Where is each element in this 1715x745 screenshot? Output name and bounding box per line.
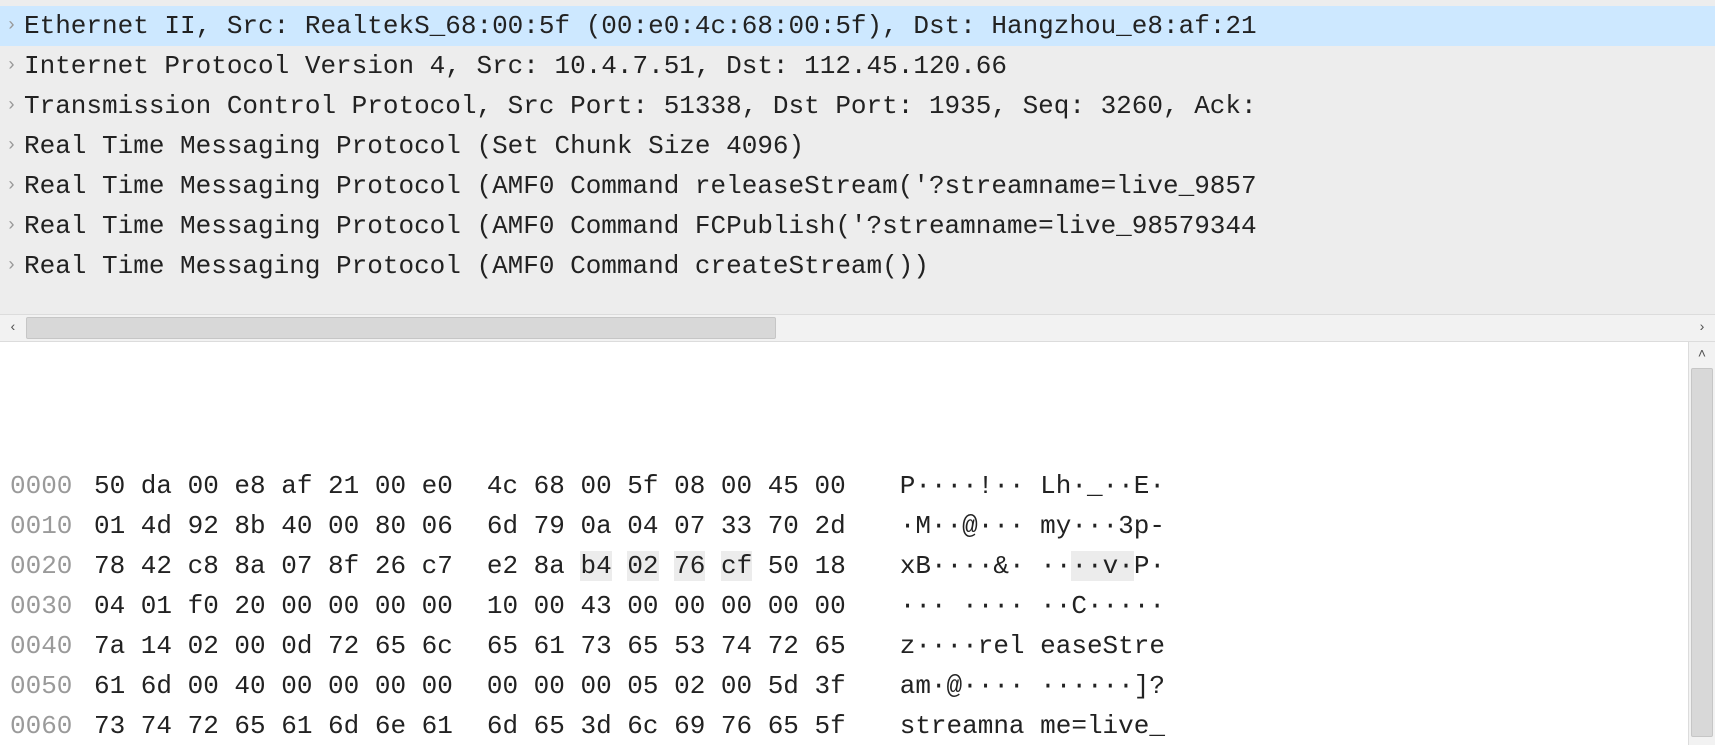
hex-dump-pane: 000050 da 00 e8 af 21 00 e04c 68 00 5f 0… xyxy=(0,342,1715,745)
hex-ascii: xB····&· ····v·P· xyxy=(900,546,1165,586)
hex-offset: 0010 xyxy=(10,506,94,546)
hex-bytes: 73 74 72 65 61 6d 6e 616d 65 3d 6c 69 76… xyxy=(94,706,846,745)
hex-offset: 0060 xyxy=(10,706,94,745)
detail-row-rtmp-releasestream[interactable]: › Real Time Messaging Protocol (AMF0 Com… xyxy=(0,166,1715,206)
chevron-right-icon: › xyxy=(6,86,24,126)
chevron-right-icon: › xyxy=(6,166,24,206)
hex-bytes: 04 01 f0 20 00 00 00 0010 00 43 00 00 00… xyxy=(94,586,846,626)
hex-ascii: ·M··@··· my···3p- xyxy=(900,506,1165,546)
hex-row[interactable]: 00407a 14 02 00 0d 72 65 6c65 61 73 65 5… xyxy=(0,626,1715,666)
hex-row[interactable]: 002078 42 c8 8a 07 8f 26 c7e2 8a b4 02 7… xyxy=(0,546,1715,586)
chevron-right-icon: › xyxy=(6,126,24,166)
detail-text: Ethernet II, Src: RealtekS_68:00:5f (00:… xyxy=(24,6,1715,46)
detail-row-rtmp-createstream[interactable]: › Real Time Messaging Protocol (AMF0 Com… xyxy=(0,246,1715,286)
hex-ascii: P····!·· Lh·_··E· xyxy=(900,466,1165,506)
hex-bytes: 50 da 00 e8 af 21 00 e04c 68 00 5f 08 00… xyxy=(94,466,846,506)
detail-text: Real Time Messaging Protocol (AMF0 Comma… xyxy=(24,206,1715,246)
detail-row-ipv4[interactable]: › Internet Protocol Version 4, Src: 10.4… xyxy=(0,46,1715,86)
detail-text: Real Time Messaging Protocol (Set Chunk … xyxy=(24,126,1715,166)
hex-row[interactable]: 005061 6d 00 40 00 00 00 0000 00 00 05 0… xyxy=(0,666,1715,706)
detail-row-ethernet[interactable]: › Ethernet II, Src: RealtekS_68:00:5f (0… xyxy=(0,6,1715,46)
scrollbar-track[interactable] xyxy=(1689,368,1715,745)
detail-row-tcp[interactable]: › Transmission Control Protocol, Src Por… xyxy=(0,86,1715,126)
detail-text: Transmission Control Protocol, Src Port:… xyxy=(24,86,1715,126)
hex-bytes: 7a 14 02 00 0d 72 65 6c65 61 73 65 53 74… xyxy=(94,626,846,666)
packet-details-pane: › Ethernet II, Src: RealtekS_68:00:5f (0… xyxy=(0,0,1715,314)
scrollbar-thumb[interactable] xyxy=(1691,368,1713,737)
detail-row-rtmp-fcpublish[interactable]: › Real Time Messaging Protocol (AMF0 Com… xyxy=(0,206,1715,246)
hex-ascii: am·@···· ······]? xyxy=(900,666,1165,706)
detail-text: Real Time Messaging Protocol (AMF0 Comma… xyxy=(24,246,1715,286)
detail-row-rtmp-chunksize[interactable]: › Real Time Messaging Protocol (Set Chun… xyxy=(0,126,1715,166)
hex-offset: 0040 xyxy=(10,626,94,666)
hex-row[interactable]: 003004 01 f0 20 00 00 00 0010 00 43 00 0… xyxy=(0,586,1715,626)
hex-bytes: 01 4d 92 8b 40 00 80 066d 79 0a 04 07 33… xyxy=(94,506,846,546)
hex-bytes: 61 6d 00 40 00 00 00 0000 00 00 05 02 00… xyxy=(94,666,846,706)
hex-bytes: 78 42 c8 8a 07 8f 26 c7e2 8a b4 02 76 cf… xyxy=(94,546,846,586)
detail-text: Internet Protocol Version 4, Src: 10.4.7… xyxy=(24,46,1715,86)
hex-row[interactable]: 000050 da 00 e8 af 21 00 e04c 68 00 5f 0… xyxy=(0,466,1715,506)
hex-row[interactable]: 006073 74 72 65 61 6d 6e 616d 65 3d 6c 6… xyxy=(0,706,1715,745)
scroll-left-icon[interactable]: ‹ xyxy=(0,315,26,341)
hex-ascii: z····rel easeStre xyxy=(900,626,1165,666)
details-horizontal-scrollbar[interactable]: ‹ › xyxy=(0,314,1715,342)
hex-offset: 0000 xyxy=(10,466,94,506)
hex-ascii: ··· ···· ··C····· xyxy=(900,586,1165,626)
scrollbar-thumb[interactable] xyxy=(26,317,776,339)
hex-vertical-scrollbar[interactable]: ˄ ˅ xyxy=(1688,342,1715,745)
hex-offset: 0020 xyxy=(10,546,94,586)
scrollbar-track[interactable] xyxy=(26,315,1689,341)
chevron-right-icon: › xyxy=(6,246,24,286)
chevron-right-icon: › xyxy=(6,6,24,46)
detail-text: Real Time Messaging Protocol (AMF0 Comma… xyxy=(24,166,1715,206)
scroll-up-icon[interactable]: ˄ xyxy=(1689,342,1715,368)
hex-ascii: streamna me=live_ xyxy=(900,706,1165,745)
chevron-right-icon: › xyxy=(6,46,24,86)
chevron-right-icon: › xyxy=(6,206,24,246)
hex-offset: 0050 xyxy=(10,666,94,706)
hex-row[interactable]: 001001 4d 92 8b 40 00 80 066d 79 0a 04 0… xyxy=(0,506,1715,546)
hex-offset: 0030 xyxy=(10,586,94,626)
